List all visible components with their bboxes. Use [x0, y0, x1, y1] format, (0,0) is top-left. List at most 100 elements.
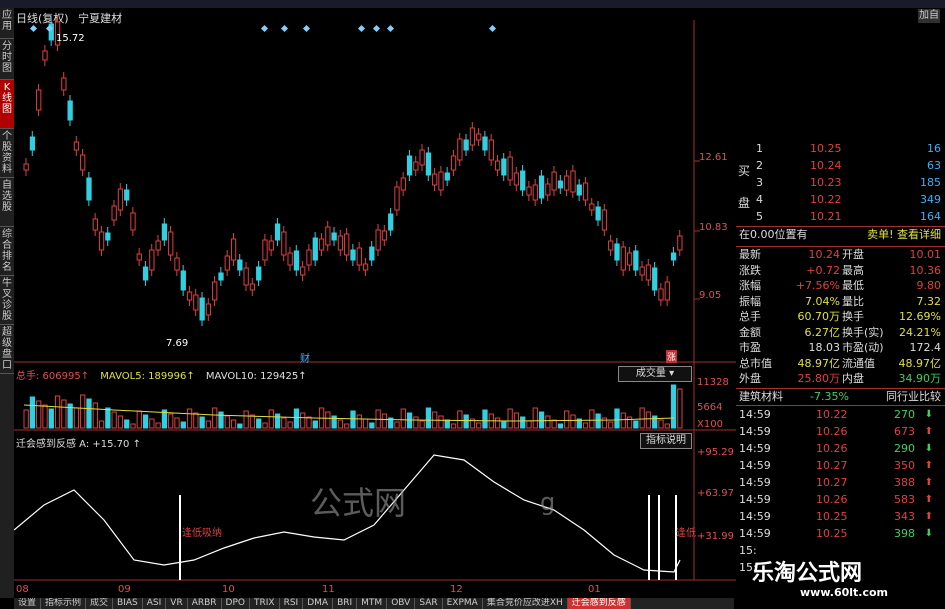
candle-body: [230, 238, 237, 261]
candle-body: [86, 177, 92, 201]
bottom-tab-13[interactable]: OBV: [387, 598, 416, 609]
candle-body: [337, 235, 344, 251]
signal-diamond: [357, 24, 366, 33]
candle-body: [670, 252, 677, 261]
volume-bar: [356, 414, 362, 429]
add-watchlist-button[interactable]: 加自: [918, 9, 940, 23]
arrow-up-icon: ⬆: [924, 494, 933, 505]
date-axis-label: 11: [322, 584, 335, 595]
indicator-help-button[interactable]: 指标说明: [640, 433, 692, 449]
industry-compare-link[interactable]: 同行业比较: [886, 389, 941, 405]
bottom-tab-9[interactable]: RSI: [280, 598, 304, 609]
bottom-tab-1[interactable]: 指标示例: [41, 598, 87, 609]
candle-body: [67, 100, 73, 121]
candle-body: [444, 172, 450, 181]
candlestick-series: [23, 16, 683, 326]
volume-dropdown[interactable]: 成交量 ▾: [618, 366, 692, 382]
finance-tag[interactable]: 财: [300, 350, 310, 365]
bottom-tab-16[interactable]: 集合竞价应改进XH: [483, 598, 568, 609]
order-level-row[interactable]: 5 10.21 164: [736, 208, 945, 225]
order-level-row[interactable]: 3 10.23 185: [736, 174, 945, 191]
volume-bar: [538, 411, 545, 429]
left-tab-6[interactable]: 牛叉诊股: [0, 276, 14, 325]
bottom-tab-14[interactable]: SAR: [415, 598, 443, 609]
order-volume: 164: [920, 210, 941, 223]
indicator-axis-label: +63.97: [697, 488, 735, 499]
volume-bar: [381, 413, 388, 429]
order-price: 10.23: [810, 176, 842, 189]
candle-body: [677, 235, 683, 251]
bottom-tab-10[interactable]: DMA: [303, 598, 334, 609]
candle-body: [633, 250, 639, 271]
trade-volume: 673: [894, 425, 915, 438]
bottom-tab-15[interactable]: EXPMA: [443, 598, 483, 609]
bottom-tab-3[interactable]: BIAS: [113, 598, 143, 609]
left-tab-4[interactable]: 自选股: [0, 178, 14, 227]
limit-up-tag[interactable]: 涨: [666, 350, 678, 363]
left-tab-3[interactable]: 个股资料: [0, 129, 14, 178]
volume-bar: [406, 412, 413, 429]
stat-value: 48.97亿: [898, 356, 942, 370]
bottom-tab-6[interactable]: ARBR: [188, 598, 222, 609]
order-level-row[interactable]: 1 10.25 16: [736, 140, 945, 157]
candle-body: [406, 155, 413, 176]
indicator-tab-bar[interactable]: 设置 指标示例 成交 BIAS ASI VR ARBR DPO TRIX RSI DMA BRI MTM…: [14, 598, 734, 609]
stat-key: 涨幅: [739, 279, 761, 292]
stat-key: 振幅: [739, 294, 761, 308]
volume-bar: [620, 412, 626, 429]
bottom-tab-2[interactable]: 成交: [86, 598, 114, 609]
volume-bar: [545, 415, 551, 429]
candle-body: [488, 139, 494, 161]
candle-body: [180, 270, 186, 291]
candle-body: [438, 171, 444, 191]
volume-bar: [520, 416, 526, 429]
candle-body: [318, 238, 325, 251]
bottom-tab-12[interactable]: MTM: [357, 598, 388, 609]
candle-body: [136, 253, 142, 261]
left-tab-7[interactable]: 超级盘口: [0, 325, 14, 374]
bottom-tab-4[interactable]: ASI: [143, 598, 167, 609]
indicator-axis-label: +95.29: [697, 447, 735, 458]
trade-price: 10.26: [816, 425, 848, 438]
stat-value: 172.4: [909, 341, 942, 354]
volume-bar: [42, 404, 48, 429]
left-tab-2[interactable]: K线图: [0, 80, 14, 129]
stat-value: 60.70万: [797, 310, 841, 323]
left-tab-5[interactable]: 综合排名: [0, 227, 14, 276]
bottom-tab-7[interactable]: DPO: [222, 598, 250, 609]
bottom-tab-11[interactable]: BRI: [333, 598, 358, 609]
left-tab-1[interactable]: 分时图: [0, 39, 14, 80]
trade-time: 14:59: [739, 459, 771, 472]
volume-bar: [664, 423, 670, 429]
order-level-row[interactable]: 2 10.24 63: [736, 157, 945, 174]
industry-name[interactable]: 建筑材料: [739, 389, 783, 405]
left-tab-strip: 应用 分时图 K线图 个股资料 自选股 综合排名 牛叉诊股 超级盘口: [0, 8, 14, 598]
bottom-tab-5[interactable]: VR: [166, 598, 188, 609]
order-level-row[interactable]: 4 10.22 349: [736, 191, 945, 208]
candle-body: [36, 89, 42, 111]
volume-bar: [457, 410, 463, 429]
volume-bar: [262, 422, 268, 429]
signal-diamond: [302, 24, 311, 33]
bottom-tab-0[interactable]: 设置: [14, 598, 42, 609]
candle-body: [142, 266, 149, 281]
volume-bar: [463, 414, 469, 429]
candle-body: [161, 223, 168, 241]
view-detail-link[interactable]: 卖单! 查看详细: [867, 227, 941, 243]
left-tab-0[interactable]: 应用: [0, 8, 14, 39]
trade-volume: 290: [894, 442, 915, 455]
volume-bar: [205, 420, 212, 429]
candle-body: [124, 189, 130, 201]
stat-row: 振幅 7.04% 量比 7.32: [736, 294, 945, 310]
stat-value: 10.01: [909, 248, 942, 261]
stat-key: 量比: [842, 294, 864, 308]
bottom-tab-8[interactable]: TRIX: [250, 598, 280, 609]
bottom-tab-17[interactable]: 迁会感到反感: [567, 598, 631, 609]
arrow-up-icon: ⬆: [924, 460, 933, 471]
volume-bar: [268, 409, 274, 429]
candle-body: [381, 230, 388, 241]
trade-time: 14:59: [739, 408, 771, 421]
volume-bar: [633, 420, 639, 429]
volume-bar: [293, 408, 300, 429]
signal-diamond: [280, 24, 289, 33]
